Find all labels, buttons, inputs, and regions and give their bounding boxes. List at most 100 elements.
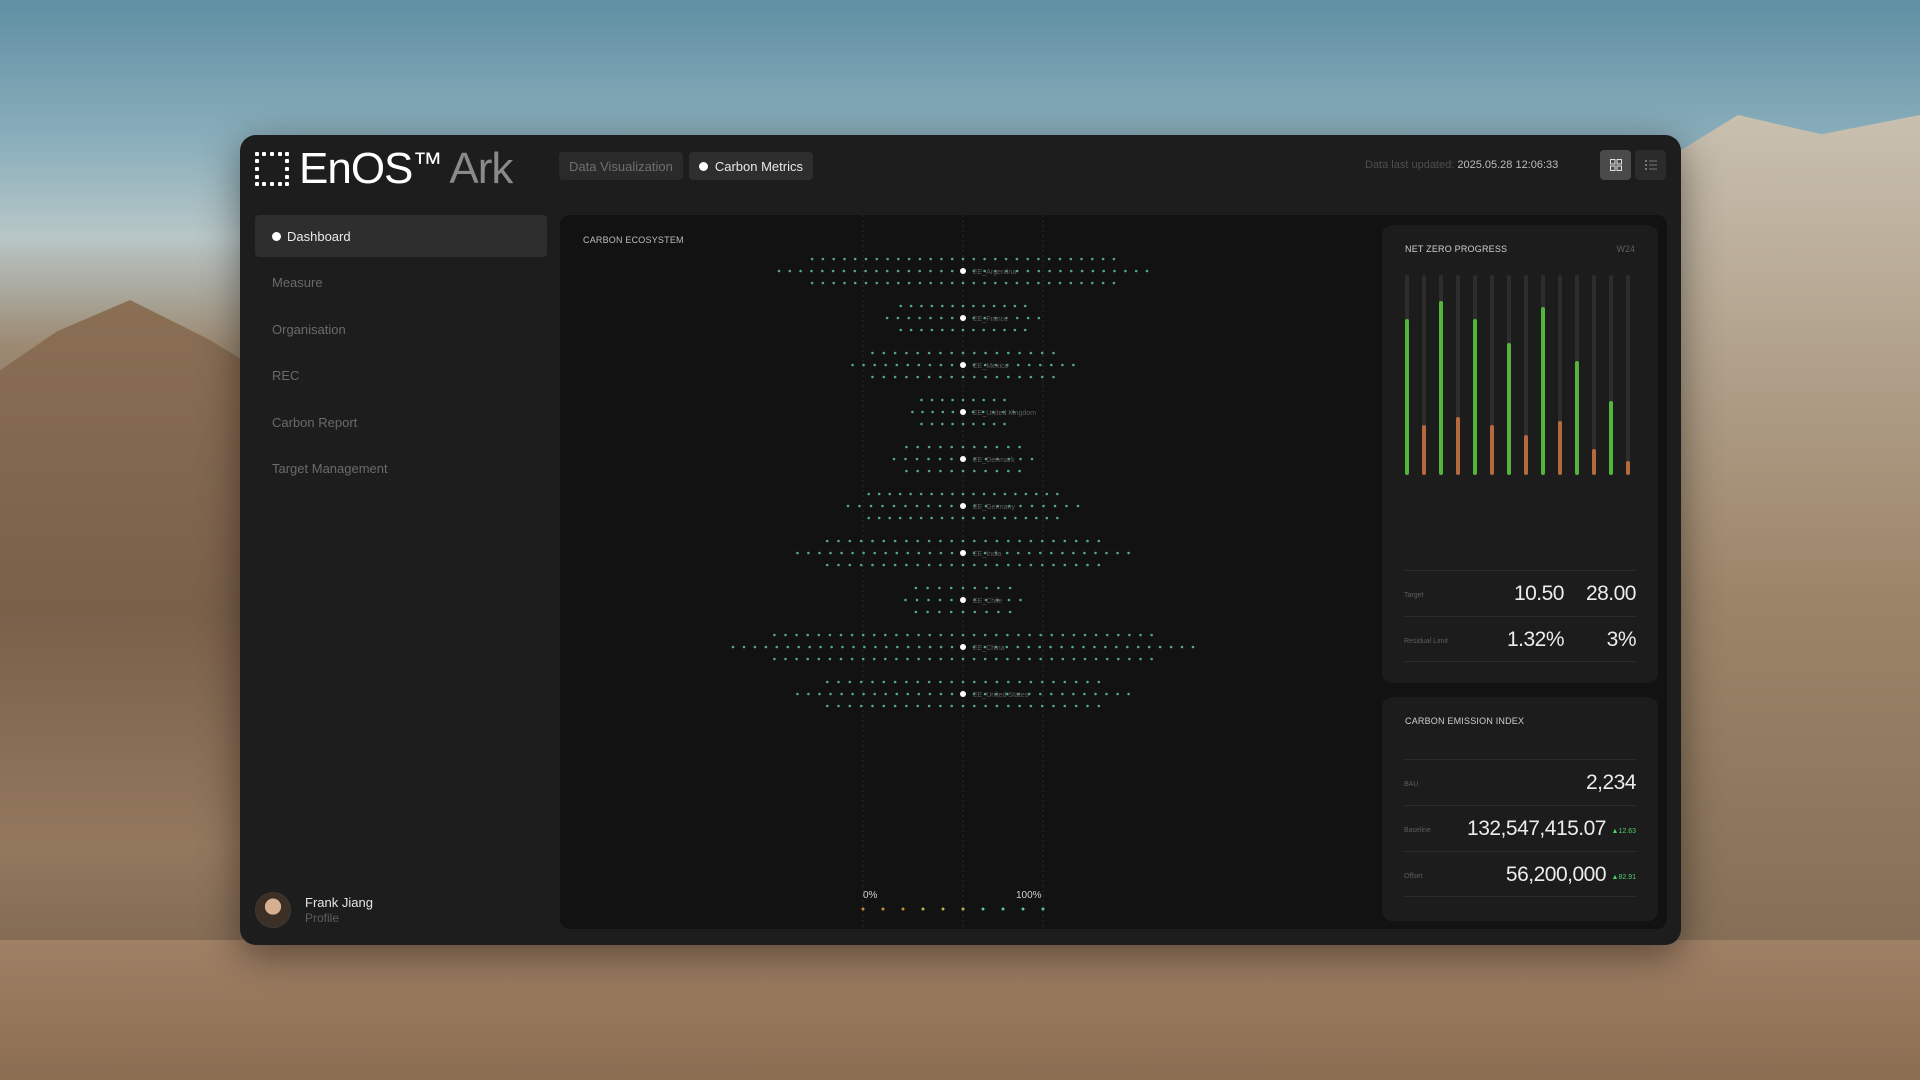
ecosystem-dot [939,563,942,567]
ecosystem-dot [858,504,861,508]
ecosystem-node[interactable] [960,503,966,509]
sidebar-item-measure[interactable]: Measure [255,262,547,304]
ecosystem-dot [1006,657,1009,661]
tab-data-visualization[interactable]: Data Visualization [559,152,683,180]
ecosystem-dot [1026,281,1029,285]
ecosystem-dot [973,445,976,449]
sidebar-item-rec[interactable]: REC [255,355,547,397]
sidebar-item-carbon-report[interactable]: Carbon Report [255,401,547,443]
ecosystem-dot [825,704,829,708]
ecosystem-dot [939,680,942,684]
ecosystem-dot [927,704,931,708]
ecosystem-dot [862,363,865,367]
ecosystem-node[interactable] [960,268,966,274]
ecosystem-dot [840,551,843,555]
ecosystem-dot [982,492,986,496]
ecosystem-dot [764,645,768,649]
ecosystem-dot [950,692,954,696]
ecosystem-dot [927,680,931,684]
ecosystem-dot [1050,657,1054,661]
ecosystem-dot [916,445,919,449]
ecosystem-dot [984,445,987,449]
ecosystem-dot [992,398,996,402]
ecosystem-dot [951,492,954,496]
ecosystem-dot [1097,680,1101,684]
brand-logo[interactable]: EnOS™ Ark [255,147,513,191]
ecosystem-node-label: EE_Chile [973,598,1002,605]
ecosystem-node[interactable] [960,409,966,415]
ecosystem-node[interactable] [960,456,966,462]
ecosystem-dot [1045,516,1049,520]
axis-scale-dot [881,907,885,911]
ecosystem-dot [1007,704,1010,708]
ecosystem-dot [1050,551,1053,555]
axis-scale-dot [861,907,865,911]
ecosystem-dot [951,304,954,308]
ecosystem-dot [1035,516,1038,520]
ecosystem-dot [930,398,934,402]
ecosystem-dot [905,680,908,684]
ecosystem-dot [931,410,934,414]
ecosystem-dot [1069,269,1073,273]
grid-view-button[interactable] [1600,150,1631,180]
ecosystem-dot [1053,504,1057,508]
ecosystem-dot [848,563,852,567]
ecosystem-dot [1007,445,1010,449]
ecosystem-dot [1004,257,1008,261]
ecosystem-node[interactable] [960,597,966,603]
tab-carbon-metrics[interactable]: Carbon Metrics [688,152,813,180]
ecosystem-dot [897,281,900,285]
ecosystem-node[interactable] [960,315,966,321]
sidebar-item-organisation[interactable]: Organisation [255,308,547,350]
ecosystem-dot [950,704,953,708]
ecosystem-dot [929,316,932,320]
user-profile[interactable]: Frank Jiang Profile [255,892,373,928]
ecosystem-dot [1040,704,1044,708]
sidebar-item-dashboard[interactable]: Dashboard [255,215,547,257]
ecosystem-dot [1050,633,1054,637]
ecosystem-dot [982,422,985,426]
ecosystem-node[interactable] [960,644,966,650]
ecosystem-dot [928,363,932,367]
sidebar-item-target-management[interactable]: Target Management [255,448,547,490]
ecosystem-dot [893,704,897,708]
ecosystem-dot [1023,328,1027,332]
ecosystem-dot [921,410,924,414]
ecosystem-dot [1059,269,1062,273]
ecosystem-dot [1063,539,1067,543]
list-view-button[interactable] [1635,150,1666,180]
ecosystem-dot [1016,363,1020,367]
ecosystem-dot [992,304,996,308]
ecosystem-dot [1029,680,1033,684]
offset-row: Offset 56,200,000 ▲82.91 [1404,851,1636,897]
ecosystem-dot [784,657,787,661]
ecosystem-dot [939,445,942,449]
ecosystem-dot [1039,657,1042,661]
ecosystem-dot [885,645,888,649]
avatar [255,892,291,928]
ecosystem-dot [886,257,889,261]
ecosystem-dot [1083,633,1087,637]
ecosystem-dot [904,504,907,508]
ecosystem-dot [825,680,829,684]
ecosystem-dot [885,316,889,320]
ecosystem-dot [905,704,908,708]
ecosystem-node[interactable] [960,550,966,556]
ecosystem-dot [851,692,854,696]
ecosystem-node[interactable] [960,362,966,368]
ecosystem-dot [1097,704,1101,708]
ecosystem-dot [1050,692,1053,696]
ecosystem-dot [949,586,953,590]
ecosystem-dot [1019,598,1022,602]
ecosystem-dot [917,633,920,637]
ecosystem-dot [1104,645,1107,649]
ecosystem-dot [1029,704,1033,708]
ecosystem-dot [872,633,876,637]
ecosystem-dot [1094,633,1098,637]
ecosystem-dot [995,633,998,637]
ecosystem-node[interactable] [960,691,966,697]
ecosystem-dot [1027,645,1030,649]
ecosystem-dot [895,633,898,637]
ecosystem-node-label: EE_United Kingdom [973,410,1036,417]
ecosystem-dot [867,492,870,496]
